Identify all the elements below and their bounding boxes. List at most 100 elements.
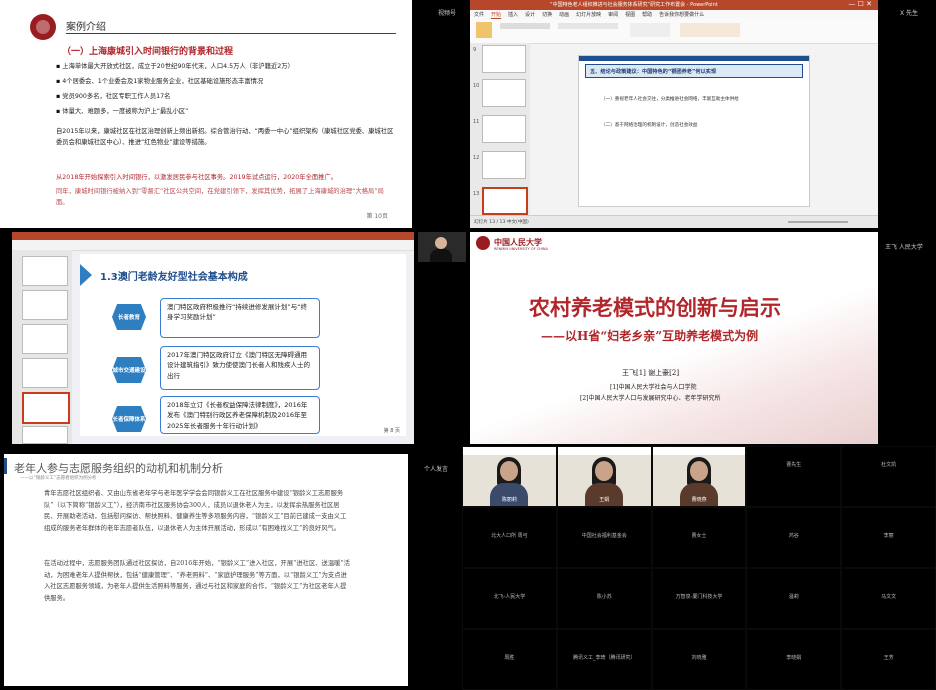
participant-tile[interactable]: 温莉: [747, 569, 841, 628]
university-name-en: RENMIN UNIVERSITY OF CHINA: [494, 247, 548, 251]
slide-thumbnail[interactable]: [482, 79, 526, 107]
thumb-number: 10: [473, 83, 480, 89]
ribbon-tab[interactable]: 告诉我你想要做什么: [659, 11, 704, 19]
slide-canvas[interactable]: 1.3澳门老龄友好型社会基本构成 长者教育 澳门特区政府积极推行“持续进修发展计…: [80, 254, 406, 436]
person-head: [435, 237, 447, 249]
participant-tile[interactable]: 腾讯义工_李琦（腾讯研究）: [557, 630, 651, 689]
ribbon-tab[interactable]: 切换: [542, 11, 552, 19]
slide-thumbnail[interactable]: [482, 45, 526, 73]
ribbon-tab[interactable]: 视图: [625, 11, 635, 19]
participant-tile[interactable]: 王娟: [557, 447, 651, 506]
slide-heading: 五、结论与政策建议：中国特色的“银团养老”何以实现: [585, 64, 803, 78]
participant-tile[interactable]: 曹女士: [652, 508, 746, 567]
slide-title: 1.3澳门老龄友好型社会基本构成: [100, 272, 248, 283]
page-number: 第 10页: [366, 213, 388, 220]
authors: 王飞[1] 谢上豪[2]: [622, 369, 680, 377]
participant-tile[interactable]: 陈小苏: [557, 569, 651, 628]
doc-title: 老年人参与志愿服务组织的动机和机制分析: [14, 462, 223, 475]
speaker-video-thumbnail[interactable]: [418, 232, 466, 262]
participant-name: 陈丽莉: [501, 497, 517, 503]
slide-thumbnail-selected[interactable]: [22, 392, 70, 424]
participant-tile[interactable]: 北飞-人民大学: [463, 569, 556, 628]
thumbnail-pane: 9 10 11 12 13: [470, 43, 530, 215]
presentation-subtitle: ——以H省“妇老乡亲”互助养老模式为例: [541, 329, 759, 343]
ribbon-tab[interactable]: 审阅: [608, 11, 618, 19]
zoom-slider[interactable]: [788, 221, 848, 223]
participant-tile[interactable]: 周胜: [463, 630, 556, 689]
participant-label-doc: 个人发言: [424, 466, 449, 473]
doc-subtitle: ——以“银龄义工”志愿者组织为例分析: [20, 476, 97, 481]
tag-transport: 城市交通建设: [112, 357, 146, 383]
affiliation-2: [2]中国人民大学人口与发展研究中心、老年学研究所: [580, 395, 721, 402]
participant-tile[interactable]: 中国社会福利基金会: [557, 508, 651, 567]
ribbon-tab[interactable]: 幻灯片放映: [576, 11, 601, 19]
ribbon-tab[interactable]: 开始: [491, 11, 502, 19]
slide-thumbnail[interactable]: [22, 358, 68, 388]
row-text-transport: 2017年澳门特区政府订立《澳门特区无障碍通用设计建筑指引》致力使使澳门长者人和…: [160, 346, 320, 390]
virtual-background-banner: [652, 447, 746, 455]
paste-icon[interactable]: [476, 22, 492, 38]
title-accent-bar: [4, 458, 7, 474]
drawing-group: [680, 23, 740, 37]
slide-thumbnail-selected[interactable]: [482, 187, 528, 215]
person-head: [689, 461, 708, 481]
participant-tile[interactable]: 马文文: [842, 569, 935, 628]
participant-video-grid: 陈丽莉 王娟 曹晓燕 曹先生 杜文凯北大人口所 周弓 中国社会福利基金会 曹女士 鸿谷 李丽北飞…: [462, 446, 936, 690]
participant-tile[interactable]: 曹晓燕: [652, 447, 746, 506]
ribbon-tab[interactable]: 设计: [525, 11, 535, 19]
participant-name: 马文文: [881, 594, 897, 600]
participant-name: 鸿谷: [788, 533, 799, 539]
virtual-background-banner: [557, 447, 651, 455]
shared-document: 老年人参与志愿服务组织的动机和机制分析 ——以“银龄义工”志愿者组织为例分析 青…: [4, 454, 408, 686]
participant-tile[interactable]: 李晓娟: [747, 630, 841, 689]
participant-name: 周胜: [504, 655, 515, 661]
slide-thumbnail[interactable]: [482, 115, 526, 143]
slide-header: 案例介绍: [66, 22, 106, 33]
slide-subtitle: （一）上海康城引入时间银行的背景和过程: [62, 47, 234, 57]
participant-tile[interactable]: 陈丽莉: [463, 447, 556, 506]
window-controls-icon[interactable]: — ☐ ✕: [848, 0, 872, 8]
participant-tile[interactable]: 王芳: [842, 630, 935, 689]
participant-tile[interactable]: 万智泉-厦门科技大学: [652, 569, 746, 628]
row-text-security: 2018年立订《长者权益保障法律制度》，2016年发布《澳门特别行政区养老保障机…: [160, 396, 320, 434]
participant-tile[interactable]: 鸿谷: [747, 508, 841, 567]
participant-name: 中国社会福利基金会: [581, 533, 627, 539]
format-group: [558, 23, 618, 29]
slide-canvas[interactable]: 五、结论与政策建议：中国特色的“银团养老”何以实现 （一）重视老年人社会交往，分…: [578, 55, 810, 207]
ribbon-toolbar: [470, 19, 878, 44]
thumbnail-pane: [12, 250, 72, 444]
slide-thumbnail[interactable]: [22, 290, 68, 320]
doc-paragraph-1: 青年志愿社区组织者、又由山东省老年学与老年医学学会会同银龄义工在社区服务中建设“…: [44, 490, 347, 532]
participant-name: 曹女士: [691, 533, 707, 539]
slide-thumbnail[interactable]: [482, 151, 526, 179]
participant-tile[interactable]: 刘晓雅: [652, 630, 746, 689]
font-box: [500, 23, 550, 29]
thumb-number: 13: [473, 191, 480, 197]
slide-thumbnail[interactable]: [22, 324, 68, 354]
ribbon-tab[interactable]: 插入: [508, 11, 518, 19]
participant-name: 腾讯义工_李琦（腾讯研究）: [572, 655, 636, 661]
paragraph-2-highlight: 从2018年开始探索引入时间银行，以激发居民参与社区事务。2019年试点运行，2…: [56, 174, 338, 181]
ribbon-tab[interactable]: 帮助: [642, 11, 652, 19]
powerpoint-window-macao: 1.3澳门老龄友好型社会基本构成 长者教育 澳门特区政府积极推行“持续进修发展计…: [12, 232, 414, 444]
participant-name: 杜文凯: [881, 462, 897, 468]
participant-label-side: 王飞 人民大学: [885, 244, 923, 251]
bullet-2: 4个居委会、1个业委会及1家物业服务企业，社区基础设施形态丰富情况: [56, 76, 263, 85]
participant-name: 曹晓燕: [691, 497, 707, 503]
paragraph-1: 自2015年以来，康城社区在社区治理创新上频出新招。综合管治行动、“两委一中心”…: [56, 128, 394, 147]
header-rule: [66, 33, 396, 34]
participant-tile[interactable]: 曹先生: [747, 447, 841, 506]
virtual-background-banner: [463, 447, 556, 455]
participant-tile[interactable]: 李丽: [842, 508, 935, 567]
shared-slide-case-intro: 案例介绍 （一）上海康城引入时间银行的背景和过程 上海单体最大开放式社区，成立于…: [0, 0, 412, 228]
paragraph-group: [630, 23, 670, 37]
bullet-4: 体量大、难题多，一度被称为沪上“最乱小区”: [56, 106, 188, 115]
participant-tile[interactable]: 北大人口所 周弓: [463, 508, 556, 567]
slide-item-1: （一）重视老年人社会交往，分类推进社会网络，丰富互助主体供给: [601, 97, 739, 102]
slide-thumbnail[interactable]: [22, 256, 68, 286]
ribbon-tab[interactable]: 动画: [559, 11, 569, 19]
doc-paragraph-2: 在活动过程中，志愿服务团队通过社区探访，自2016年开始，“银龄义工”进入社区，…: [44, 560, 350, 602]
slide-thumbnail[interactable]: [22, 426, 68, 444]
participant-tile[interactable]: 杜文凯: [842, 447, 935, 506]
ribbon-tab[interactable]: 文件: [474, 11, 484, 19]
